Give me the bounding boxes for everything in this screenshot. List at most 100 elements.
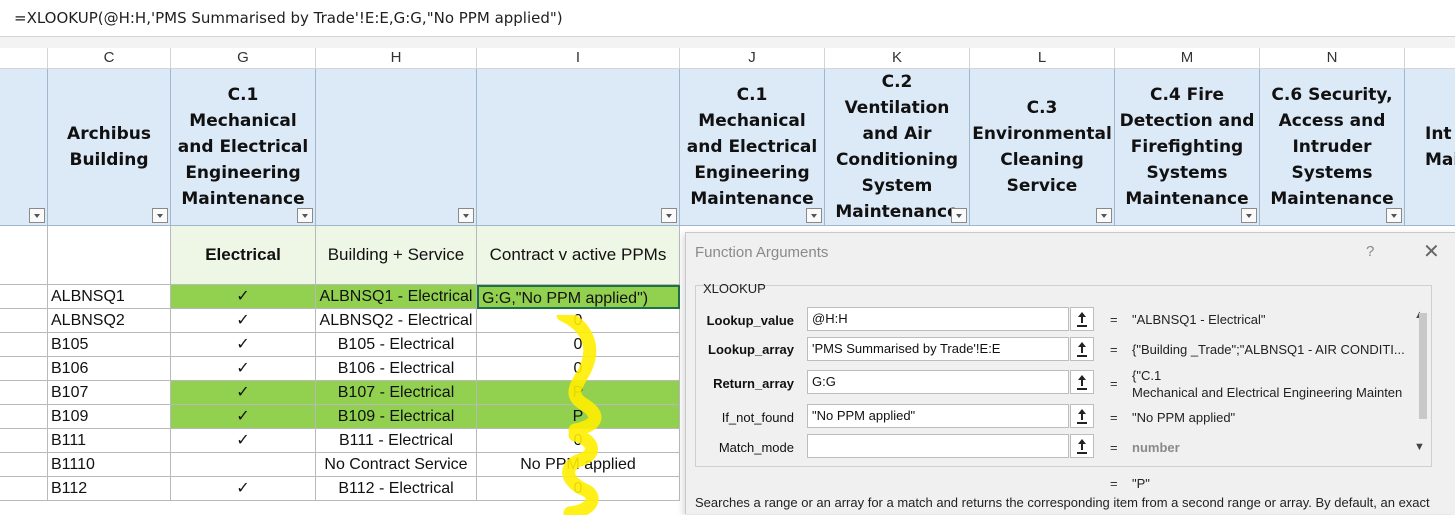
collapse-dialog-button[interactable] bbox=[1070, 434, 1094, 458]
data-cell-partial[interactable] bbox=[0, 453, 48, 477]
data-cell-building[interactable]: B111 bbox=[48, 429, 171, 453]
column-header-partial[interactable] bbox=[0, 48, 48, 68]
equals-sign: = bbox=[1110, 476, 1118, 491]
data-cell-building[interactable]: B1110 bbox=[48, 453, 171, 477]
column-header-g[interactable]: G bbox=[171, 48, 316, 68]
function-arguments-dialog[interactable]: Function Arguments ? ✕ XLOOKUP Lookup_va… bbox=[685, 232, 1455, 514]
data-cell-building[interactable]: ALBNSQ2 bbox=[48, 309, 171, 333]
filter-dropdown-icon[interactable] bbox=[661, 208, 677, 223]
collapse-dialog-button[interactable] bbox=[1070, 370, 1094, 394]
arg-label-match-mode: Match_mode bbox=[718, 440, 794, 455]
header-cell-partial[interactable] bbox=[0, 69, 48, 226]
equals-sign: = bbox=[1110, 410, 1118, 425]
data-cell-building-service[interactable]: No Contract Service bbox=[316, 453, 477, 477]
scrollbar-thumb[interactable] bbox=[1419, 313, 1427, 419]
data-cell-building-service[interactable]: B107 - Electrical bbox=[316, 381, 477, 405]
data-cell-building-service[interactable]: B105 - Electrical bbox=[316, 333, 477, 357]
match-mode-input[interactable] bbox=[807, 434, 1069, 458]
data-cell-active-edit[interactable]: G:G,"No PPM applied") bbox=[477, 285, 680, 309]
data-cell-electrical[interactable]: ✓ bbox=[171, 477, 316, 501]
data-cell-building-service[interactable]: ALBNSQ1 - Electrical bbox=[316, 285, 477, 309]
collapse-dialog-button[interactable] bbox=[1070, 337, 1094, 361]
header-cell-k[interactable]: C.2 Ventilation and Air Conditioning Sys… bbox=[825, 69, 970, 226]
subheader-cell-g[interactable]: Electrical bbox=[171, 226, 316, 285]
header-cell-i[interactable] bbox=[477, 69, 680, 226]
function-name: XLOOKUP bbox=[703, 281, 766, 296]
subheader-cell-partial[interactable] bbox=[0, 226, 48, 285]
column-header-m[interactable]: M bbox=[1115, 48, 1260, 68]
data-cell-electrical[interactable] bbox=[171, 453, 316, 477]
data-cell-electrical[interactable]: ✓ bbox=[171, 381, 316, 405]
filter-dropdown-icon[interactable] bbox=[458, 208, 474, 223]
column-header-h[interactable]: H bbox=[316, 48, 477, 68]
filter-dropdown-icon[interactable] bbox=[297, 208, 313, 223]
data-cell-electrical[interactable]: ✓ bbox=[171, 309, 316, 333]
data-cell-building[interactable]: B109 bbox=[48, 405, 171, 429]
data-cell-partial[interactable] bbox=[0, 405, 48, 429]
subheader-text: Electrical bbox=[205, 245, 281, 264]
data-cell-partial[interactable] bbox=[0, 309, 48, 333]
column-header-o[interactable] bbox=[1405, 48, 1455, 68]
filter-dropdown-icon[interactable] bbox=[29, 208, 45, 223]
header-cell-n[interactable]: C.6 Security, Access and Intruder System… bbox=[1260, 69, 1405, 226]
filter-dropdown-icon[interactable] bbox=[152, 208, 168, 223]
data-cell-electrical[interactable]: ✓ bbox=[171, 429, 316, 453]
data-cell-electrical[interactable]: ✓ bbox=[171, 405, 316, 429]
subheader-cell-h[interactable]: Building + Service bbox=[316, 226, 477, 285]
filter-dropdown-icon[interactable] bbox=[1096, 208, 1112, 223]
header-cell-l[interactable]: C.3 Environmental Cleaning Service bbox=[970, 69, 1115, 226]
close-icon[interactable]: ✕ bbox=[1423, 239, 1440, 264]
lookup-array-input[interactable]: 'PMS Summarised by Trade'!E:E bbox=[807, 337, 1069, 361]
scroll-down-icon[interactable]: ▼ bbox=[1414, 441, 1425, 453]
column-header-j[interactable]: J bbox=[680, 48, 825, 68]
column-header-c[interactable]: C bbox=[48, 48, 171, 68]
subheader-cell-i[interactable]: Contract v active PPMs bbox=[477, 226, 680, 285]
arg-result: "ALBNSQ1 - Electrical" bbox=[1132, 312, 1266, 327]
collapse-dialog-button[interactable] bbox=[1070, 307, 1094, 331]
header-cell-h[interactable] bbox=[316, 69, 477, 226]
data-cell-building-service[interactable]: B111 - Electrical bbox=[316, 429, 477, 453]
data-cell-partial[interactable] bbox=[0, 357, 48, 381]
arg-result: {"Building _Trade";"ALBNSQ1 - AIR CONDIT… bbox=[1132, 342, 1405, 357]
header-cell-g[interactable]: C.1 Mechanical and Electrical Engineerin… bbox=[171, 69, 316, 226]
data-cell-electrical[interactable]: ✓ bbox=[171, 285, 316, 309]
subheader-cell-c[interactable] bbox=[48, 226, 171, 285]
return-array-input[interactable]: G:G bbox=[807, 370, 1069, 394]
if-not-found-input[interactable]: "No PPM applied" bbox=[807, 404, 1069, 428]
data-cell-building[interactable]: ALBNSQ1 bbox=[48, 285, 171, 309]
filter-dropdown-icon[interactable] bbox=[951, 208, 967, 223]
data-cell-partial[interactable] bbox=[0, 333, 48, 357]
collapse-dialog-button[interactable] bbox=[1070, 404, 1094, 428]
formula-text[interactable]: =XLOOKUP(@H:H,'PMS Summarised by Trade'!… bbox=[14, 9, 563, 27]
lookup-value-input[interactable]: @H:H bbox=[807, 307, 1069, 331]
data-cell-building-service[interactable]: ALBNSQ2 - Electrical bbox=[316, 309, 477, 333]
data-cell-partial[interactable] bbox=[0, 381, 48, 405]
column-header-i[interactable]: I bbox=[477, 48, 680, 68]
filter-dropdown-icon[interactable] bbox=[1386, 208, 1402, 223]
filter-dropdown-icon[interactable] bbox=[1241, 208, 1257, 223]
arg-result: {"C.1 bbox=[1132, 368, 1162, 383]
filter-dropdown-icon[interactable] bbox=[806, 208, 822, 223]
data-cell-partial[interactable] bbox=[0, 477, 48, 501]
data-cell-building[interactable]: B112 bbox=[48, 477, 171, 501]
help-icon[interactable]: ? bbox=[1366, 243, 1374, 260]
data-cell-building[interactable]: B106 bbox=[48, 357, 171, 381]
data-cell-partial[interactable] bbox=[0, 285, 48, 309]
data-cell-partial[interactable] bbox=[0, 429, 48, 453]
data-cell-building-service[interactable]: B112 - Electrical bbox=[316, 477, 477, 501]
data-cell-building-service[interactable]: B109 - Electrical bbox=[316, 405, 477, 429]
column-header-n[interactable]: N bbox=[1260, 48, 1405, 68]
data-cell-building[interactable]: B105 bbox=[48, 333, 171, 357]
data-cell-building[interactable]: B107 bbox=[48, 381, 171, 405]
column-header-k[interactable]: K bbox=[825, 48, 970, 68]
data-cell-electrical[interactable]: ✓ bbox=[171, 333, 316, 357]
header-cell-o[interactable]: Int E Build Mai bbox=[1405, 69, 1455, 226]
formula-bar[interactable]: =XLOOKUP(@H:H,'PMS Summarised by Trade'!… bbox=[0, 0, 1455, 37]
data-cell-electrical[interactable]: ✓ bbox=[171, 357, 316, 381]
header-cell-j[interactable]: C.1 Mechanical and Electrical Engineerin… bbox=[680, 69, 825, 226]
header-cell-m[interactable]: C.4 Fire Detection and Firefighting Syst… bbox=[1115, 69, 1260, 226]
upload-arrow-icon bbox=[1077, 439, 1087, 454]
header-cell-c[interactable]: Archibus Building bbox=[48, 69, 171, 226]
column-header-l[interactable]: L bbox=[970, 48, 1115, 68]
data-cell-building-service[interactable]: B106 - Electrical bbox=[316, 357, 477, 381]
